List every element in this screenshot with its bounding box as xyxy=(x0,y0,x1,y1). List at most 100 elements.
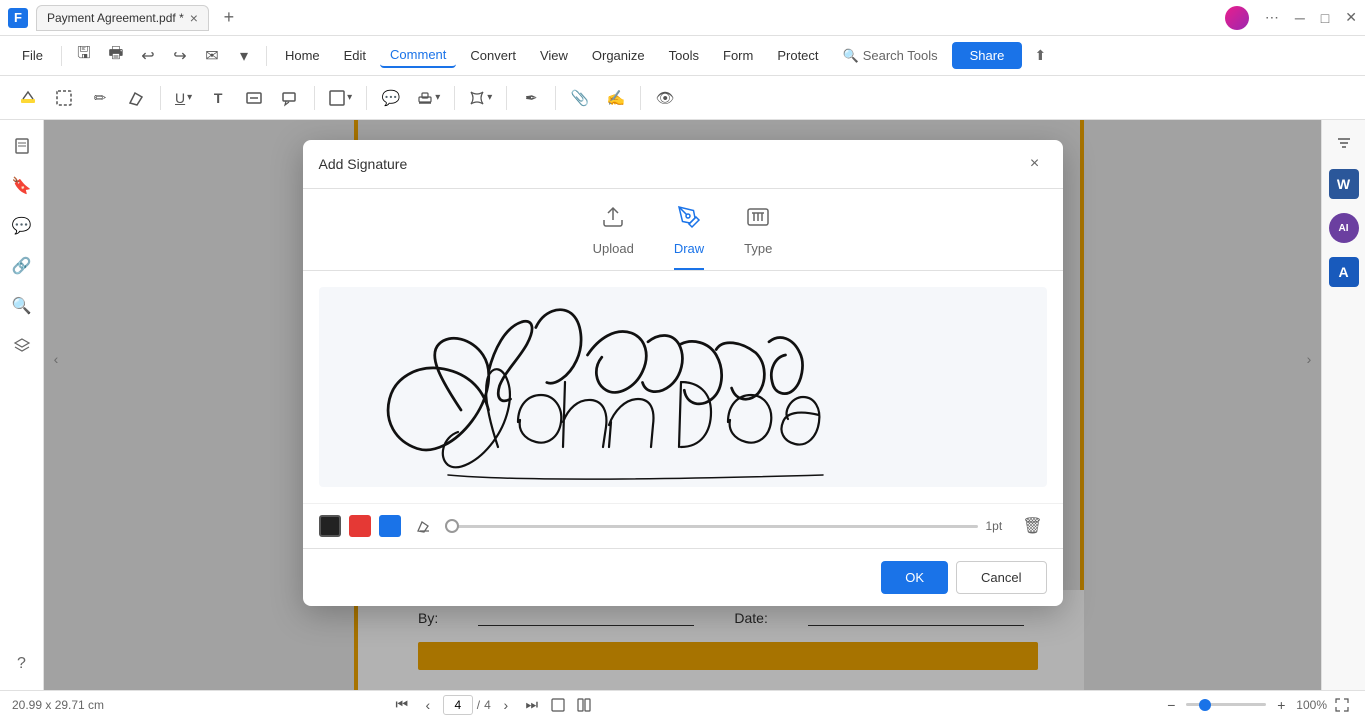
sidebar-layers[interactable] xyxy=(4,328,40,364)
fullscreen-button[interactable] xyxy=(1331,694,1353,716)
comment-tool[interactable]: 💬 xyxy=(375,82,407,114)
eraser-button[interactable] xyxy=(409,512,437,540)
menu-view[interactable]: View xyxy=(530,44,578,67)
sidebar-help[interactable]: ? xyxy=(4,646,40,682)
upload-tab-icon xyxy=(601,205,625,235)
statusbar: 20.99 x 29.71 cm ⏮ ‹ / 4 › ⏭ − + 100% xyxy=(0,690,1365,718)
filter-icon[interactable] xyxy=(1329,128,1359,158)
menu-comment[interactable]: Comment xyxy=(380,43,456,68)
sidebar-pages[interactable] xyxy=(4,128,40,164)
coordinates-display: 20.99 x 29.71 cm xyxy=(12,698,104,712)
tab-close-button[interactable]: × xyxy=(190,10,198,26)
toolbar-sep4 xyxy=(454,86,455,110)
document-tab[interactable]: Payment Agreement.pdf * × xyxy=(36,5,209,31)
zoom-out-button[interactable]: − xyxy=(1160,694,1182,716)
tab-upload[interactable]: Upload xyxy=(593,205,634,270)
page-number-input[interactable] xyxy=(443,695,473,715)
attachment-tool[interactable]: 📎 xyxy=(564,82,596,114)
highlight-tool[interactable] xyxy=(12,82,44,114)
close-button[interactable]: ✕ xyxy=(1345,9,1357,26)
minimize-button[interactable]: ─ xyxy=(1295,10,1305,26)
select-area-tool[interactable] xyxy=(48,82,80,114)
color-red[interactable] xyxy=(349,515,371,537)
draw-tab-icon xyxy=(677,205,701,235)
maximize-button[interactable]: □ xyxy=(1321,10,1329,26)
thickness-slider[interactable] xyxy=(445,525,978,528)
eye-tool[interactable]: 👁 xyxy=(649,82,681,114)
share-button[interactable]: Share xyxy=(952,42,1023,69)
ai-icon: AI xyxy=(1329,213,1359,243)
menu-tools[interactable]: Tools xyxy=(659,44,709,67)
underline-tool[interactable]: U▾ xyxy=(169,82,198,114)
color-black[interactable] xyxy=(319,515,341,537)
toolbar-sep7 xyxy=(640,86,641,110)
eraser-tool[interactable] xyxy=(120,82,152,114)
zoom-in-button[interactable]: + xyxy=(1270,694,1292,716)
fit-page-button[interactable] xyxy=(547,694,569,716)
cancel-button[interactable]: Cancel xyxy=(956,561,1046,594)
menu-home[interactable]: Home xyxy=(275,44,330,67)
clear-signature-button[interactable]: 🗑 xyxy=(1019,512,1047,540)
shape-tool[interactable]: ▾ xyxy=(323,82,358,114)
ok-button[interactable]: OK xyxy=(881,561,948,594)
sidebar-link[interactable]: 🔗 xyxy=(4,248,40,284)
dialog-tabs: Upload Draw xyxy=(303,189,1063,271)
new-tab-button[interactable]: + xyxy=(217,6,241,30)
dialog-close-button[interactable]: × xyxy=(1023,152,1047,176)
menu-convert[interactable]: Convert xyxy=(460,44,526,67)
word-icon: W xyxy=(1329,169,1359,199)
first-page-button[interactable]: ⏮ xyxy=(391,694,413,716)
print-icon[interactable]: 🖶 xyxy=(102,42,130,70)
thickness-label: 1pt xyxy=(986,519,1011,533)
right-sidebar: W AI A xyxy=(1321,120,1365,690)
last-page-button[interactable]: ⏭ xyxy=(521,694,543,716)
user-avatar[interactable] xyxy=(1225,6,1249,30)
main-content: 🔖 💬 🔗 🔍 ? ‹ By: Date: xyxy=(0,120,1365,690)
text-tool[interactable]: T xyxy=(202,82,234,114)
left-sidebar: 🔖 💬 🔗 🔍 ? xyxy=(0,120,44,690)
dialog-header: Add Signature × xyxy=(303,140,1063,189)
add-signature-dialog: Add Signature × Upload xyxy=(303,140,1063,606)
view-mode-button[interactable] xyxy=(573,694,595,716)
next-page-button[interactable]: › xyxy=(495,694,517,716)
app-icon: F xyxy=(8,8,28,28)
textbox-tool[interactable] xyxy=(238,82,270,114)
stamp-tool[interactable]: ▾ xyxy=(411,82,446,114)
menu-form[interactable]: Form xyxy=(713,44,763,67)
more-options-button[interactable]: ⋯ xyxy=(1265,9,1279,26)
redact-tool[interactable]: ▾ xyxy=(463,82,498,114)
navigation-controls: ⏮ ‹ / 4 › ⏭ xyxy=(391,694,595,716)
word-a-badge[interactable]: A xyxy=(1326,254,1362,290)
prev-page-button[interactable]: ‹ xyxy=(417,694,439,716)
pencil-tool[interactable]: ✏ xyxy=(84,82,116,114)
toolbar-sep6 xyxy=(555,86,556,110)
redo-icon[interactable]: ↪ xyxy=(166,42,194,70)
menu-file[interactable]: File xyxy=(12,44,53,67)
dropdown-icon[interactable]: ▾ xyxy=(230,42,258,70)
email-icon[interactable]: ✉ xyxy=(198,42,226,70)
callout-tool[interactable] xyxy=(274,82,306,114)
color-blue[interactable] xyxy=(379,515,401,537)
edit-comment-tool[interactable]: ✍ xyxy=(600,82,632,114)
tab-type[interactable]: Type xyxy=(744,205,772,270)
menu-edit[interactable]: Edit xyxy=(334,44,376,67)
comment-toolbar: ✏ U▾ T ▾ 💬 ▾ ▾ ✒ 📎 ✍ 👁 xyxy=(0,76,1365,120)
save-icon[interactable]: 🖫 xyxy=(70,42,98,70)
upload-icon[interactable]: ⬆ xyxy=(1026,42,1054,70)
tab-draw[interactable]: Draw xyxy=(674,205,704,270)
undo-icon[interactable]: ↩ xyxy=(134,42,162,70)
zoom-controls: − + 100% xyxy=(1160,694,1353,716)
menu-organize[interactable]: Organize xyxy=(582,44,655,67)
sidebar-bookmark[interactable]: 🔖 xyxy=(4,168,40,204)
sidebar-search[interactable]: 🔍 xyxy=(4,288,40,324)
toolbar-sep1 xyxy=(160,86,161,110)
titlebar: F Payment Agreement.pdf * × + ⋯ ─ □ ✕ xyxy=(0,0,1365,36)
ai-badge[interactable]: AI xyxy=(1326,210,1362,246)
word-badge[interactable]: W xyxy=(1326,166,1362,202)
menu-protect[interactable]: Protect xyxy=(767,44,828,67)
zoom-slider[interactable] xyxy=(1186,703,1266,706)
signature-drawing-area[interactable] xyxy=(319,287,1047,487)
pen-tool[interactable]: ✒ xyxy=(515,82,547,114)
sidebar-comment[interactable]: 💬 xyxy=(4,208,40,244)
search-tools-button[interactable]: 🔍 Search Tools xyxy=(833,44,948,68)
